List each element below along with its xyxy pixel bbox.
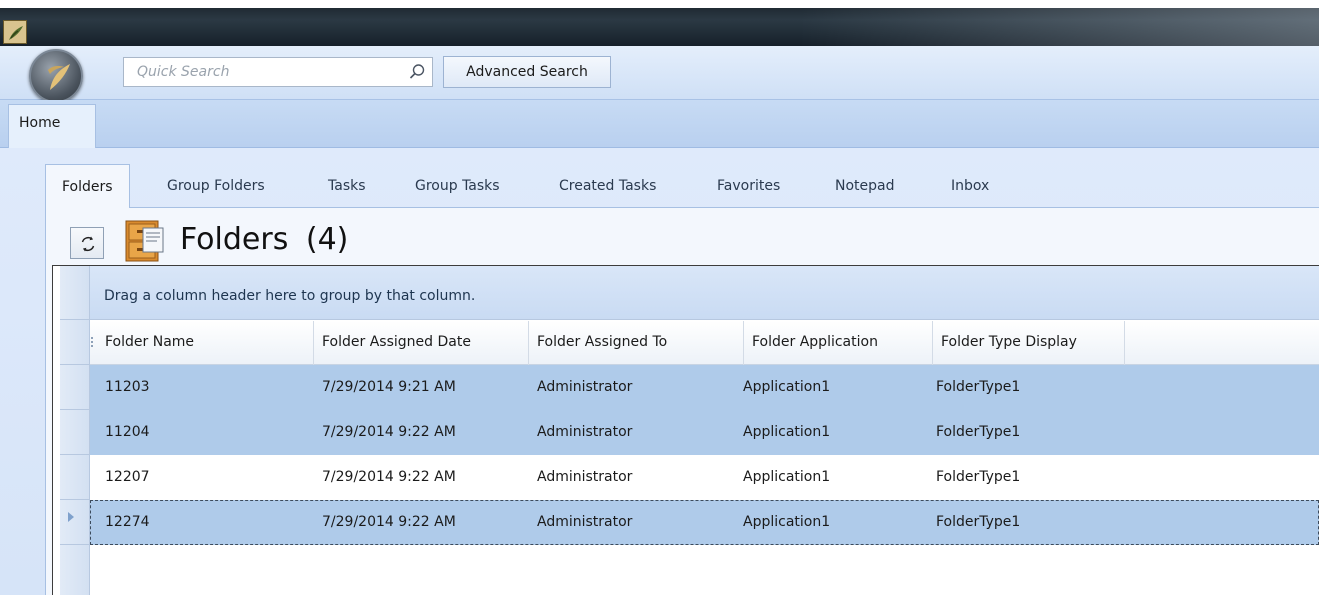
page-title: Folders (4): [180, 218, 348, 262]
tab-group-tasks[interactable]: Group Tasks: [415, 164, 500, 208]
search-icon[interactable]: [408, 63, 426, 81]
leaf-orb-icon[interactable]: [29, 49, 83, 103]
current-row-arrow-icon: [68, 512, 74, 522]
group-by-panel[interactable]: Drag a column header here to group by th…: [90, 266, 1319, 320]
cell-assigned-date: 7/29/2014 9:22 AM: [322, 469, 456, 485]
cell-type-display: FolderType1: [936, 379, 1021, 395]
leaf-logo-icon[interactable]: [3, 20, 27, 44]
indicator-divider: [60, 499, 90, 500]
indicator-divider: [60, 364, 90, 365]
column-grip-icon[interactable]: [91, 337, 93, 349]
table-row[interactable]: [90, 410, 1319, 455]
tab-notepad[interactable]: Notepad: [835, 164, 895, 208]
column-header-folder-assigned-date[interactable]: Folder Assigned Date: [314, 321, 529, 365]
quick-search-box[interactable]: [123, 57, 433, 87]
quick-search-input[interactable]: [124, 58, 400, 86]
window-title-bar: [0, 0, 1319, 46]
cell-type-display: FolderType1: [936, 424, 1021, 440]
cell-application: Application1: [743, 514, 831, 530]
tab-folders[interactable]: Folders: [45, 164, 130, 208]
table-row-focused[interactable]: [90, 500, 1319, 545]
row-indicator-column: [60, 266, 90, 595]
cell-application: Application1: [743, 379, 831, 395]
cell-folder-name: 12274: [105, 514, 150, 530]
indicator-divider: [60, 409, 90, 410]
table-row[interactable]: [90, 455, 1319, 500]
advanced-search-button[interactable]: Advanced Search: [443, 56, 611, 88]
folder-count: (4): [305, 222, 349, 257]
cell-type-display: FolderType1: [936, 514, 1021, 530]
indicator-divider: [60, 454, 90, 455]
cell-assigned-to: Administrator: [537, 424, 633, 440]
refresh-button[interactable]: [70, 227, 104, 259]
cell-type-display: FolderType1: [936, 469, 1021, 485]
cell-folder-name: 11204: [105, 424, 150, 440]
indicator-divider: [60, 319, 90, 320]
column-header-folder-type-display[interactable]: Folder Type Display: [933, 321, 1125, 365]
cell-folder-name: 12207: [105, 469, 150, 485]
ribbon-tab-home[interactable]: Home: [8, 104, 96, 148]
column-header-folder-assigned-to[interactable]: Folder Assigned To: [529, 321, 744, 365]
cell-assigned-to: Administrator: [537, 379, 633, 395]
cell-assigned-date: 7/29/2014 9:22 AM: [322, 514, 456, 530]
refresh-icon: [81, 236, 95, 252]
tab-inbox[interactable]: Inbox: [951, 164, 989, 208]
column-header-folder-application[interactable]: Folder Application: [744, 321, 933, 365]
title-bar-glow: [799, 8, 1319, 46]
page-title-text: Folders: [180, 222, 289, 257]
cell-assigned-to: Administrator: [537, 469, 633, 485]
cell-application: Application1: [743, 469, 831, 485]
indicator-divider: [60, 544, 90, 545]
cell-assigned-date: 7/29/2014 9:21 AM: [322, 379, 456, 395]
cell-assigned-date: 7/29/2014 9:22 AM: [322, 424, 456, 440]
table-row[interactable]: [90, 365, 1319, 410]
cell-assigned-to: Administrator: [537, 514, 633, 530]
tab-favorites[interactable]: Favorites: [717, 164, 780, 208]
file-cabinet-icon: [125, 220, 164, 262]
column-header-folder-name[interactable]: Folder Name: [97, 321, 314, 365]
cell-folder-name: 11203: [105, 379, 150, 395]
cell-application: Application1: [743, 424, 831, 440]
tab-group-folders[interactable]: Group Folders: [167, 164, 265, 208]
ribbon-tab-row: [0, 100, 1319, 148]
tab-created-tasks[interactable]: Created Tasks: [559, 164, 656, 208]
tab-tasks[interactable]: Tasks: [328, 164, 366, 208]
